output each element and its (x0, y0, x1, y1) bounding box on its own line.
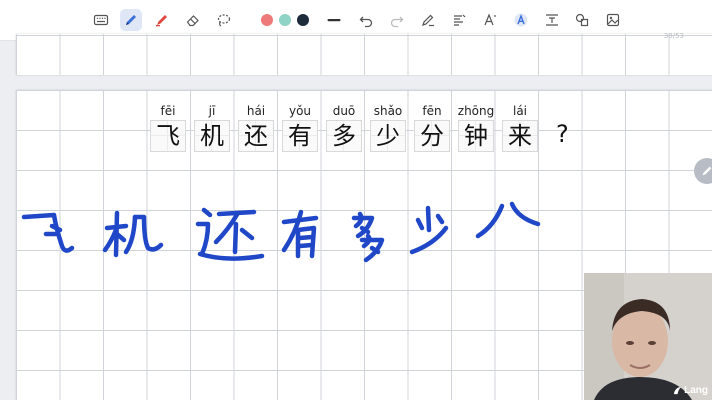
ink-stroke (197, 251, 265, 261)
ink-stroke (49, 223, 63, 233)
ink-stroke (475, 203, 505, 239)
color-swatch-teal[interactable] (279, 14, 291, 26)
ink-stroke (132, 214, 164, 252)
webcam-video: Lang (584, 273, 712, 400)
ink-stroke (297, 242, 315, 249)
stroke-width-icon[interactable] (323, 9, 345, 31)
hanzi-box: 来 (502, 120, 538, 152)
pinyin-label: zhōng (457, 104, 495, 118)
undo-icon[interactable] (355, 9, 377, 31)
hanzi-box: 少 (370, 120, 406, 152)
logo-mark-icon (674, 386, 682, 395)
char-cell: fēi 飞 (148, 102, 188, 158)
char-cell: yǒu 有 (280, 102, 320, 158)
ink-stroke (509, 201, 541, 227)
char-cell: lái 来 (500, 102, 540, 158)
hanzi-box: 多 (326, 120, 362, 152)
ink-stroke (435, 213, 445, 225)
hanzi-box: 分 (414, 120, 450, 152)
pinyin-label: lái (512, 104, 528, 118)
pinyin-label: duō (332, 104, 356, 118)
question-mark: ? (556, 120, 569, 148)
handwriting-ink (21, 201, 541, 263)
insert-text-icon[interactable] (541, 9, 563, 31)
pinyin-label: jī (208, 104, 216, 118)
char-cell: duō 多 (324, 102, 364, 158)
pen-settings-icon[interactable] (417, 9, 439, 31)
char-cell: jī 机 (192, 102, 232, 158)
ink-stroke (123, 214, 138, 255)
hanzi-box: 有 (282, 120, 318, 152)
keyboard-icon[interactable] (90, 9, 112, 31)
lang-logo-text: Lang (684, 385, 708, 396)
pinyin-label: hái (246, 104, 266, 118)
ink-stroke (201, 207, 213, 218)
ai-text-icon[interactable] (510, 9, 532, 31)
pen-icon[interactable] (120, 9, 142, 31)
ink-stroke (297, 234, 315, 241)
hanzi-box: 还 (238, 120, 274, 152)
ink-stroke (239, 227, 255, 241)
char-cell: zhōng 钟 (456, 102, 496, 158)
ink-stroke (295, 225, 317, 259)
hanzi-box: 机 (194, 120, 230, 152)
image-icon[interactable] (602, 9, 624, 31)
pinyin-label: fēn (422, 104, 442, 118)
ink-stroke (415, 217, 425, 231)
ink-stroke (232, 221, 239, 255)
pinyin-label: yǒu (288, 104, 312, 118)
redo-icon[interactable] (386, 9, 408, 31)
hanzi-box: 飞 (150, 120, 186, 152)
ink-stroke (195, 221, 211, 257)
lang-logo: Lang (673, 385, 708, 396)
char-cell: shǎo 少 (368, 102, 408, 158)
pinyin-label: fēi (160, 104, 176, 118)
page-counter: 38/53 (663, 32, 684, 40)
shapes-icon[interactable] (448, 9, 470, 31)
color-swatch-navy[interactable] (297, 14, 309, 26)
ink-stroke (425, 205, 432, 233)
highlighter-icon[interactable] (151, 9, 173, 31)
lasso-icon[interactable] (213, 9, 235, 31)
shape-tool-icon[interactable] (571, 9, 593, 31)
text-tool-icon[interactable] (479, 9, 501, 31)
char-cell: hái 还 (236, 102, 276, 158)
webcam-person (584, 273, 712, 400)
hanzi-box: 钟 (458, 120, 494, 152)
pinyin-label: shǎo (373, 104, 403, 118)
char-cell: fēn 分 (412, 102, 452, 158)
previous-page[interactable] (16, 34, 712, 75)
eraser-icon[interactable] (182, 9, 204, 31)
color-swatch-red[interactable] (261, 14, 273, 26)
